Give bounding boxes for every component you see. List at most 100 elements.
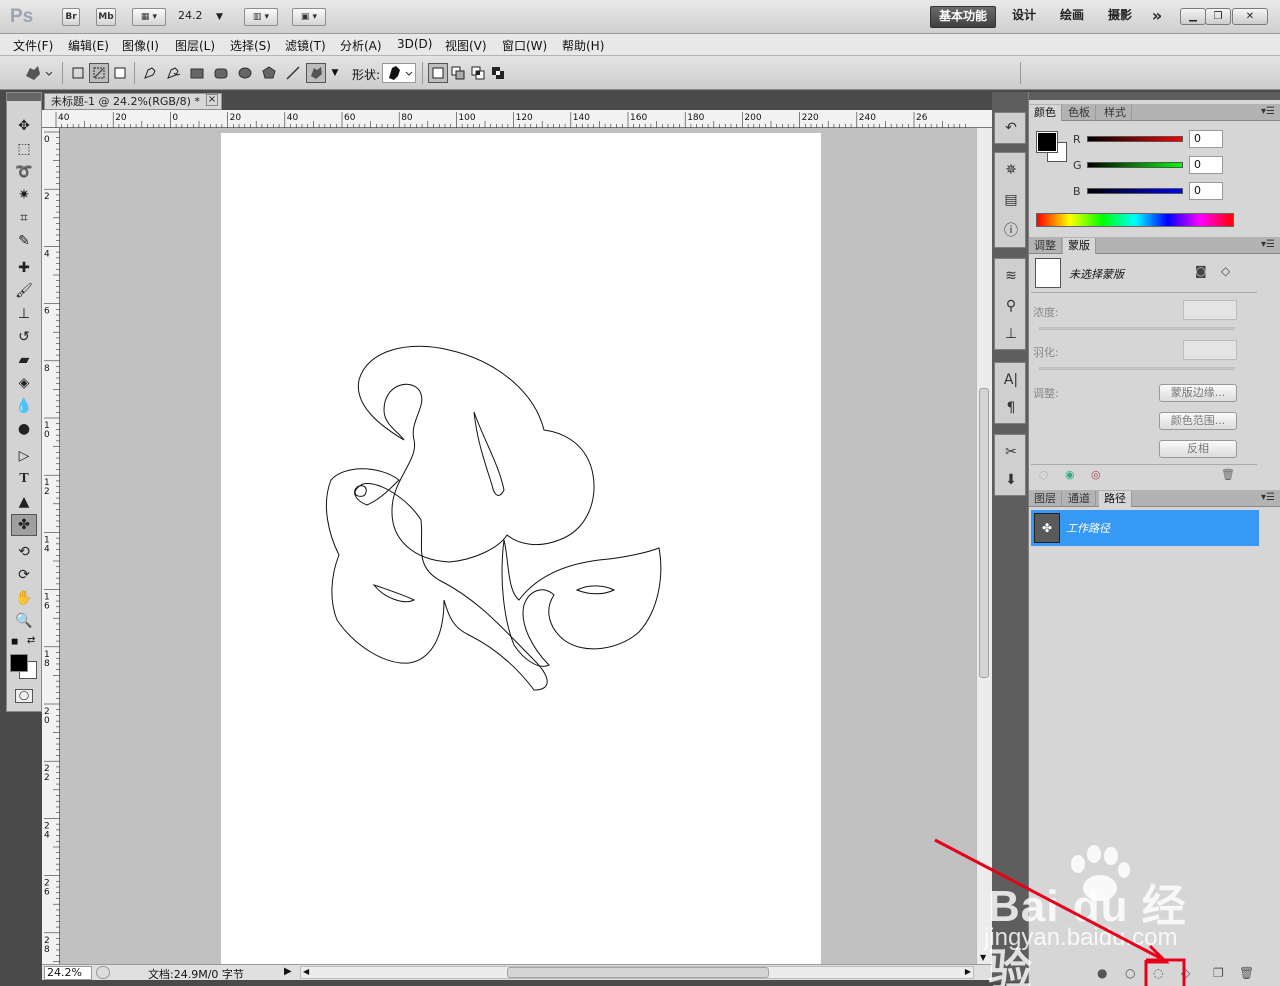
workspace-essentials[interactable]: 基本功能	[930, 6, 996, 28]
clone-stamp-tool[interactable]: ⊥	[11, 303, 37, 325]
invert-button[interactable]: 反相	[1159, 440, 1237, 458]
apply-mask-icon[interactable]: ◉	[1065, 468, 1075, 481]
document-tab[interactable]: 未标题-1 @ 24.2%(RGB/8) * ×	[44, 93, 222, 110]
blur-tool[interactable]: 💧	[11, 395, 37, 417]
brush-presets-icon[interactable]: ≋	[999, 265, 1023, 287]
healing-brush-tool[interactable]: ✚	[11, 257, 37, 279]
scroll-left-icon[interactable]: ◀	[303, 967, 309, 976]
exclude-mode-button[interactable]	[488, 63, 508, 83]
tab-swatches[interactable]: 色板	[1063, 105, 1096, 121]
tab-channels[interactable]: 通道	[1063, 491, 1096, 507]
menu-help[interactable]: 帮助(H)	[562, 37, 604, 54]
eraser-tool[interactable]: ▰	[11, 349, 37, 371]
freeform-pen-button[interactable]	[163, 63, 183, 83]
menu-edit[interactable]: 编辑(E)	[68, 37, 109, 54]
blue-value-field[interactable]: 0	[1189, 182, 1223, 200]
feather-field[interactable]	[1183, 340, 1237, 360]
restore-button[interactable]: ❐	[1205, 8, 1231, 25]
minimize-button[interactable]: ▁	[1180, 8, 1206, 25]
blue-channel-slider[interactable]	[1087, 188, 1183, 194]
shape-layers-mode-button[interactable]	[68, 63, 88, 83]
menu-window[interactable]: 窗口(W)	[502, 37, 547, 54]
feather-slider[interactable]	[1039, 367, 1235, 370]
mini-bridge-button[interactable]: Mb	[96, 8, 116, 26]
workspace-painting[interactable]: 绘画	[1050, 6, 1094, 28]
arrange-documents-button[interactable]: ▥ ▾	[244, 8, 278, 26]
tab-color[interactable]: 颜色	[1029, 105, 1062, 121]
combine-mode-button[interactable]	[428, 63, 448, 83]
close-window-button[interactable]: ✕	[1232, 8, 1268, 25]
menu-image[interactable]: 图像(I)	[122, 37, 159, 54]
green-value-field[interactable]: 0	[1189, 156, 1223, 174]
color-foreground-swatch[interactable]	[1036, 131, 1058, 153]
load-selection-icon[interactable]: ◌	[1039, 468, 1049, 481]
tab-paths[interactable]: 路径	[1099, 491, 1132, 507]
screen-mode-button[interactable]: ▣ ▾	[292, 8, 326, 26]
horizontal-scrollbar[interactable]: ◀ ▶	[300, 966, 974, 979]
fill-pixels-mode-button[interactable]	[110, 63, 130, 83]
tab-masks[interactable]: 蒙版	[1063, 238, 1096, 254]
marquee-tool[interactable]: ⬚	[11, 138, 37, 160]
green-channel-slider[interactable]	[1087, 162, 1183, 168]
work-path-row[interactable]: ✤ 工作路径	[1031, 510, 1259, 546]
vertical-scroll-thumb[interactable]	[979, 388, 989, 678]
custom-shape-tool-button[interactable]	[306, 63, 326, 83]
direct-selection-tool[interactable]: ▲	[11, 491, 37, 513]
move-tool[interactable]: ✥	[11, 115, 37, 137]
color-range-button[interactable]: 颜色范围...	[1159, 412, 1237, 430]
tab-adjustments[interactable]: 调整	[1029, 238, 1062, 254]
status-zoom-field[interactable]: 24.2%	[44, 966, 92, 980]
polygon-tool-button[interactable]	[259, 63, 279, 83]
line-tool-button[interactable]	[283, 63, 303, 83]
menu-layer[interactable]: 图层(L)	[175, 37, 215, 54]
add-vector-mask-icon[interactable]: ◇	[1221, 264, 1230, 278]
brush-tool[interactable]: 🖌	[11, 280, 37, 302]
zoom-level-select[interactable]: 24.2 ▼	[178, 9, 234, 25]
zoom-tool[interactable]: 🔍	[11, 610, 37, 632]
delete-mask-icon[interactable]: 🗑	[1221, 468, 1235, 481]
clone-source-icon[interactable]: ⊥	[999, 323, 1023, 345]
red-value-field[interactable]: 0	[1189, 130, 1223, 148]
pen-tool-button[interactable]	[140, 63, 160, 83]
path-selection-tool[interactable]: ▷	[11, 445, 37, 467]
menu-view[interactable]: 视图(V)	[445, 37, 487, 54]
mask-edge-button[interactable]: 蒙版边缘...	[1159, 384, 1237, 402]
close-tab-icon[interactable]: ×	[206, 94, 218, 106]
horizontal-scroll-thumb[interactable]	[507, 967, 769, 978]
document-canvas[interactable]	[221, 133, 821, 964]
paint-bucket-tool[interactable]: ◈	[11, 372, 37, 394]
navigator-icon[interactable]: ✵	[999, 159, 1023, 181]
menu-filter[interactable]: 滤镜(T)	[285, 37, 326, 54]
quick-selection-tool[interactable]: ✷	[11, 184, 37, 206]
color-spectrum-bar[interactable]	[1036, 213, 1234, 227]
type-tool[interactable]: T	[11, 468, 37, 490]
history-brush-tool[interactable]: ↺	[11, 326, 37, 348]
disable-mask-icon[interactable]: ◎	[1091, 468, 1101, 481]
eyedropper-tool[interactable]: ✎	[11, 230, 37, 252]
panel-menu-icon[interactable]: ▾☰	[1261, 239, 1275, 250]
3d-panel-icon[interactable]: ⬇	[999, 469, 1023, 491]
add-pixel-mask-icon[interactable]: ◙	[1195, 264, 1207, 278]
3d-rotate-tool[interactable]: ⟲	[11, 541, 37, 563]
status-menu-arrow-icon[interactable]: ▶	[284, 966, 292, 977]
scroll-right-icon[interactable]: ▶	[965, 967, 971, 976]
custom-shape-tool[interactable]: ✤	[11, 514, 37, 536]
more-workspaces-button[interactable]: »	[1144, 6, 1170, 28]
paragraph-icon[interactable]: ¶	[999, 397, 1023, 419]
menu-select[interactable]: 选择(S)	[230, 37, 271, 54]
tab-styles[interactable]: 样式	[1099, 105, 1132, 121]
status-info-icon[interactable]	[96, 966, 110, 979]
vertical-scrollbar[interactable]: ▼	[976, 128, 992, 964]
menu-file[interactable]: 文件(F)	[13, 37, 53, 54]
shape-picker[interactable]	[382, 63, 416, 83]
panel-menu-icon[interactable]: ▾☰	[1261, 106, 1275, 117]
rounded-rectangle-button[interactable]	[211, 63, 231, 83]
workspace-design[interactable]: 设计	[1004, 6, 1044, 28]
red-channel-slider[interactable]	[1087, 136, 1183, 142]
vertical-ruler[interactable]: 0246810121416182022242628	[42, 128, 60, 964]
history-icon[interactable]: ↶	[999, 117, 1023, 139]
quick-mask-button[interactable]: ◯	[15, 689, 33, 703]
horizontal-ruler[interactable]: 40 20 0 20 40 60 80 100 120 140 160 180 200 220 240 26	[42, 110, 992, 128]
character-icon[interactable]: A|	[999, 369, 1023, 391]
delete-path-icon[interactable]: 🗑	[1239, 966, 1254, 980]
